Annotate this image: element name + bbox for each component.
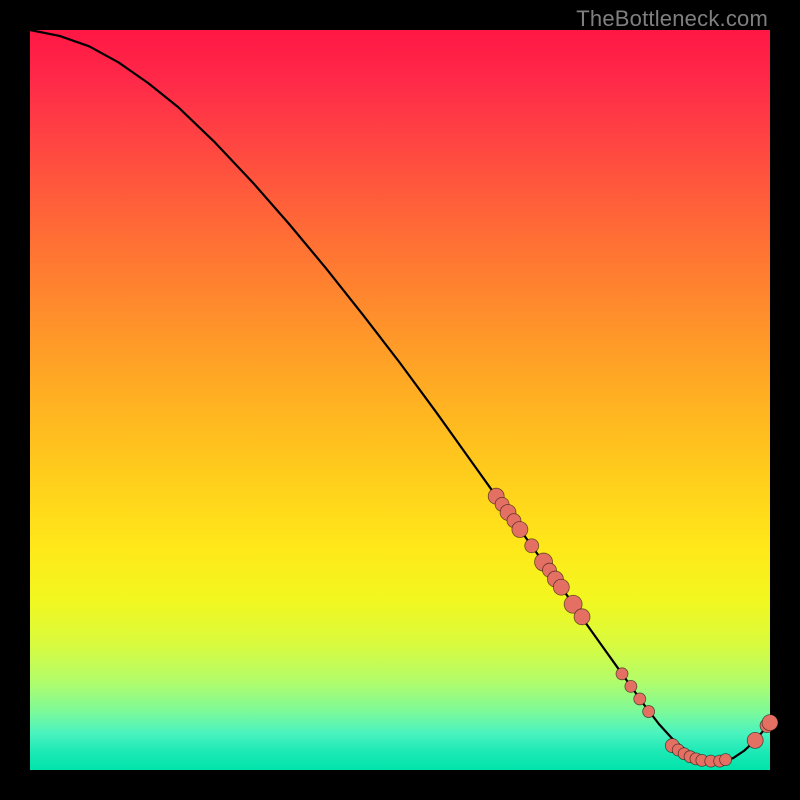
chart-overlay-svg xyxy=(30,30,770,770)
watermark-text: TheBottleneck.com xyxy=(576,6,768,32)
curve-marker xyxy=(616,668,628,680)
curve-marker xyxy=(643,706,655,718)
chart-stage: TheBottleneck.com xyxy=(0,0,800,800)
curve-marker xyxy=(625,680,637,692)
curve-marker xyxy=(634,693,646,705)
curve-marker xyxy=(574,609,590,625)
bottleneck-curve xyxy=(30,30,770,761)
curve-marker xyxy=(762,715,778,731)
curve-marker xyxy=(553,579,569,595)
curve-marker xyxy=(525,539,539,553)
curve-marker xyxy=(747,732,763,748)
marker-layer xyxy=(488,488,778,767)
curve-marker xyxy=(512,522,528,538)
curve-marker xyxy=(720,754,732,766)
